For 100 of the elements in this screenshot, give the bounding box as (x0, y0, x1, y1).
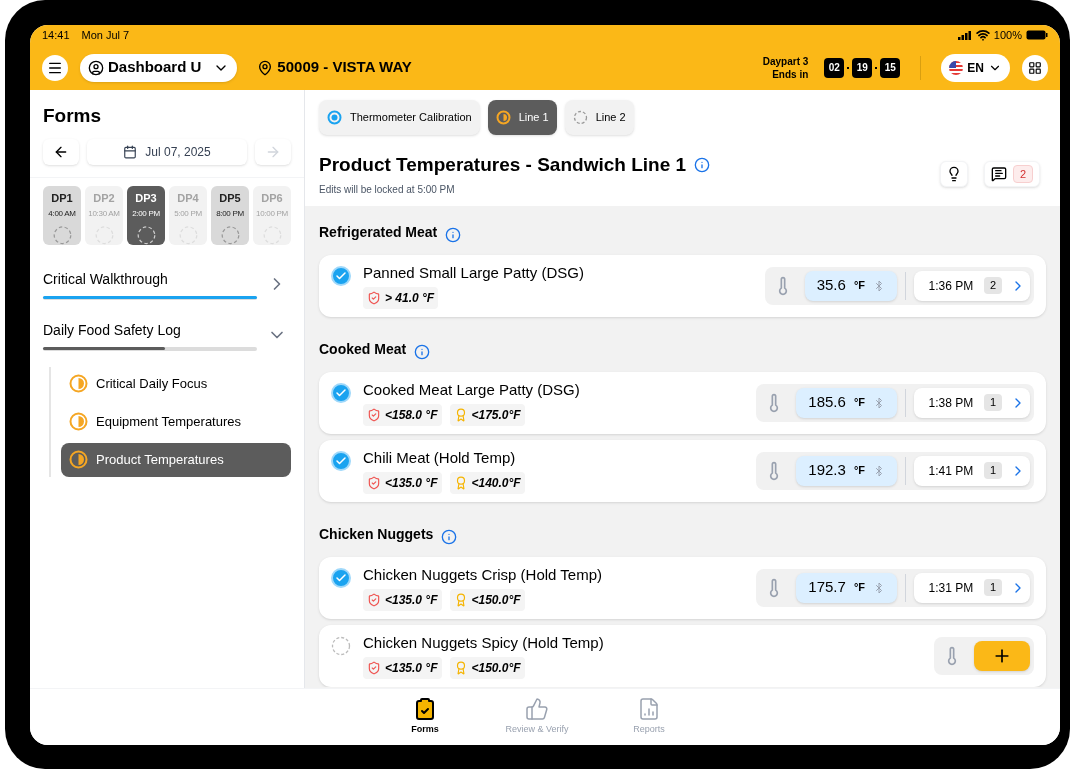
daypart-name: DP1 (51, 190, 73, 206)
comment-count: 2 (1012, 164, 1033, 183)
product-name: Chicken Nuggets Spicy (Hold Temp) (363, 633, 605, 654)
group-title: Chicken Nuggets (319, 524, 434, 544)
quality-limit-tag: <175.0°F (449, 403, 525, 426)
previous-day-button[interactable] (43, 138, 79, 165)
calendar-icon (123, 144, 138, 159)
info-icon[interactable] (445, 226, 462, 243)
quality-limit-tag: <150.0°F (449, 656, 525, 679)
reading-time-button[interactable]: 1:38 PM 1 (914, 387, 1030, 418)
dashed-circle-icon (136, 226, 156, 245)
product-name: Chili Meat (Hold Temp) (363, 448, 517, 469)
reading-count: 2 (983, 277, 1002, 294)
clipboard-icon (413, 697, 437, 721)
reading-time-button[interactable]: 1:36 PM 2 (914, 270, 1030, 301)
info-icon[interactable] (414, 343, 431, 360)
dashed-circle-icon (220, 226, 240, 245)
info-icon[interactable] (441, 528, 458, 545)
line-tab[interactable]: Line 1 (487, 100, 557, 135)
dashed-circle-icon (52, 226, 72, 245)
countdown-digit: 02 (824, 57, 845, 78)
form-list-item[interactable]: Equipment Temperatures (61, 404, 291, 439)
quality-limit-tag: <150.0°F (449, 588, 525, 611)
nav-tab[interactable]: Forms (390, 697, 460, 737)
countdown-digit: 15 (880, 57, 901, 78)
report-icon (637, 697, 661, 721)
flag-icon (949, 60, 964, 75)
ends-in-label: Ends in (772, 67, 809, 81)
temperature-value: 192.3 (808, 460, 846, 481)
add-reading-button[interactable] (974, 640, 1030, 671)
reading-time-button[interactable]: 1:41 PM 1 (914, 455, 1030, 486)
battery-icon (1026, 30, 1048, 40)
location-pin-icon (257, 59, 274, 76)
section-title[interactable]: Daily Food Safety Log (43, 319, 257, 341)
product-name: Cooked Meat Large Patty (DSG) (363, 380, 581, 401)
bluetooth-icon (873, 279, 885, 292)
daypart-time: 4:00 AM (48, 208, 76, 220)
unit-label: °F (853, 395, 865, 411)
comments-button[interactable]: 2 (983, 160, 1040, 187)
temperature-value: 185.6 (808, 392, 846, 413)
reading-count: 1 (983, 462, 1002, 479)
daypart-time: 10:30 AM (88, 208, 120, 220)
section-title[interactable]: Critical Walkthrough (43, 268, 257, 290)
temperature-value: 175.7 (808, 577, 846, 598)
daypart-name: DP2 (93, 190, 115, 206)
shield-icon (367, 407, 381, 422)
reading-time-button[interactable]: 1:31 PM 1 (914, 572, 1030, 603)
daypart-name: DP5 (219, 190, 241, 206)
daypart-time: 8:00 PM (216, 208, 244, 220)
line-tab[interactable]: Thermometer Calibration (319, 100, 480, 135)
dashed-circle-icon (262, 226, 282, 245)
group-title: Refrigerated Meat (319, 222, 438, 242)
line-tab[interactable]: Line 2 (564, 100, 634, 135)
countdown-digit: 19 (852, 57, 873, 78)
lock-notice: Edits will be locked at 5:00 PM (319, 182, 456, 197)
product-name: Panned Small Large Patty (DSG) (363, 263, 585, 284)
menu-button[interactable] (42, 54, 68, 81)
store-location: 50009 - VISTA WAY (277, 57, 412, 78)
shield-icon (367, 660, 381, 675)
bluetooth-icon (873, 464, 885, 477)
thumbs-up-icon (525, 697, 549, 721)
group-title: Cooked Meat (319, 339, 407, 359)
battery-percent: 100% (993, 27, 1022, 43)
grid-icon (1028, 60, 1042, 75)
daypart-tab[interactable]: DP3 2:00 PM (127, 185, 165, 245)
info-icon[interactable] (694, 157, 711, 174)
user-dropdown[interactable]: Dashboard U (80, 53, 238, 82)
reading-count: 1 (983, 579, 1002, 596)
daypart-name: DP3 (135, 190, 157, 206)
dashed-circle-icon (178, 226, 198, 245)
shield-icon (367, 475, 381, 490)
daypart-time: 5:00 PM (174, 208, 202, 220)
signal-icon (957, 30, 972, 40)
comment-icon (990, 165, 1007, 182)
page-title: Product Temperatures - Sandwich Line 1 (319, 153, 687, 177)
unit-label: °F (853, 278, 865, 294)
reading-count: 1 (983, 394, 1002, 411)
safety-limit-tag: <135.0 °F (363, 471, 442, 494)
daypart-time: 2:00 PM (132, 208, 160, 220)
wifi-icon (975, 28, 990, 42)
product-name: Chicken Nuggets Crisp (Hold Temp) (363, 565, 603, 586)
date-picker[interactable]: Jul 07, 2025 (87, 138, 247, 165)
apps-button[interactable] (1022, 54, 1048, 81)
safety-limit-tag: <135.0 °F (363, 588, 442, 611)
tips-button[interactable] (939, 160, 968, 187)
dashed-circle-icon (94, 226, 114, 245)
dashed-circle-icon (331, 635, 351, 656)
daypart-tab[interactable]: DP5 8:00 PM (211, 185, 249, 245)
user-icon (88, 59, 104, 76)
bluetooth-icon (873, 581, 885, 594)
shield-icon (367, 592, 381, 607)
daypart-name: DP6 (261, 190, 283, 206)
form-list-item[interactable]: Critical Daily Focus (61, 366, 291, 401)
safety-limit-tag: > 41.0 °F (363, 286, 439, 309)
quality-limit-tag: <140.0°F (449, 471, 525, 494)
language-button[interactable]: EN (941, 53, 1010, 82)
form-list-item[interactable]: Product Temperatures (61, 442, 291, 477)
daypart-tab[interactable]: DP1 4:00 AM (43, 185, 81, 245)
safety-limit-tag: <158.0 °F (363, 403, 442, 426)
status-date: Mon Jul 7 (81, 27, 130, 43)
